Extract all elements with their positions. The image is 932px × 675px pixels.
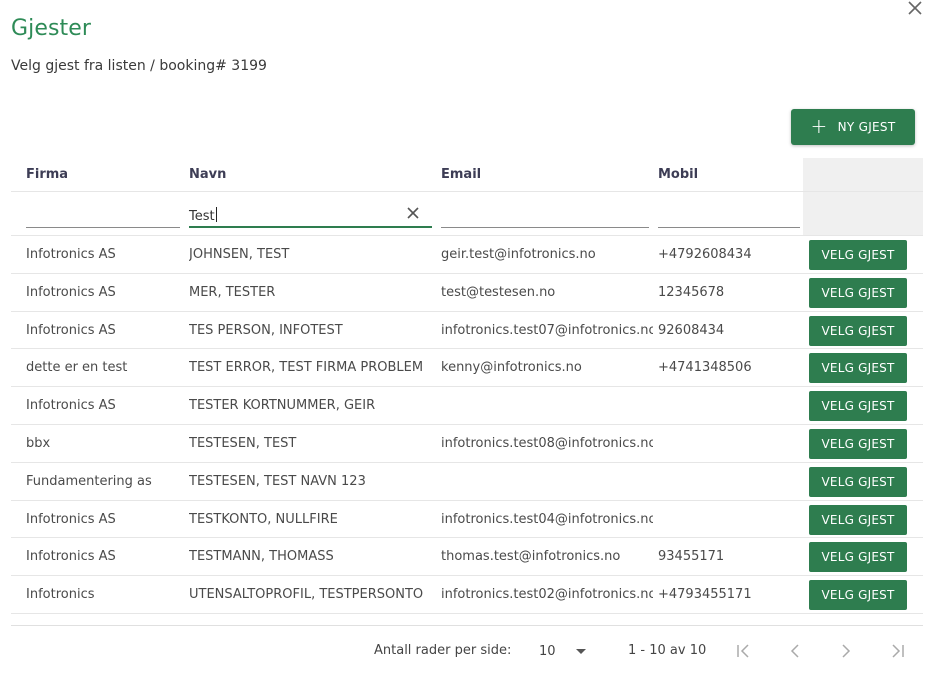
select-guest-button[interactable]: VELG GJEST (809, 277, 907, 308)
select-guest-button[interactable]: VELG GJEST (809, 315, 907, 346)
table-row: bbx TESTESEN, TEST infotronics.test08@in… (11, 425, 923, 463)
cell-navn: MER, TESTER (189, 284, 276, 300)
filter-navn-input[interactable]: Test (189, 200, 432, 228)
select-guest-button[interactable]: VELG GJEST (809, 504, 907, 535)
select-guest-button[interactable]: VELG GJEST (809, 542, 907, 573)
cell-mobil: 93455171 (658, 549, 725, 565)
cell-mobil: +4793455171 (658, 587, 752, 603)
filter-email-input[interactable] (441, 200, 649, 228)
cell-navn: TES PERSON, INFOTEST (189, 322, 343, 338)
filter-navn-value: Test (189, 209, 215, 224)
filter-mobil-input[interactable] (658, 200, 800, 228)
text-cursor (215, 207, 217, 222)
cell-email: infotronics.test02@infotronics.no (441, 587, 653, 603)
cell-firma: Infotronics AS (26, 511, 116, 527)
rows-per-page-label: Antall rader per side: (374, 643, 512, 658)
select-guest-button[interactable]: VELG GJEST (809, 580, 907, 611)
filter-firma-input[interactable] (26, 200, 180, 228)
footer-divider (11, 625, 923, 626)
table-row: Infotronics AS TES PERSON, INFOTEST info… (11, 312, 923, 350)
cell-firma: Fundamentering as (26, 473, 152, 489)
cell-navn: TEST ERROR, TEST FIRMA PROBLEM (189, 360, 424, 376)
table-body: Infotronics AS JOHNSEN, TEST geir.test@i… (11, 236, 923, 614)
cell-navn: TESTESEN, TEST NAVN 123 (189, 473, 366, 489)
cell-firma: dette er en test (26, 360, 128, 376)
dialog-subtitle: Velg gjest fra listen / booking# 3199 (11, 58, 267, 74)
cell-email: infotronics.test07@infotronics.no (441, 322, 653, 338)
plus-icon: + (810, 114, 828, 138)
last-page-icon[interactable] (886, 640, 908, 662)
cell-mobil: +4741348506 (658, 360, 752, 376)
table-row: Infotronics UTENSALTOPROFIL, TESTPERSONT… (11, 576, 923, 614)
cell-email: kenny@infotronics.no (441, 360, 582, 376)
cell-navn: TESTMANN, THOMASS (189, 549, 334, 565)
table-row: Infotronics AS TESTER KORTNUMMER, GEIR V… (11, 387, 923, 425)
cell-navn: JOHNSEN, TEST (189, 247, 290, 262)
cell-email: test@testesen.no (441, 284, 556, 300)
dropdown-arrow-icon (576, 649, 586, 654)
column-header-firma[interactable]: Firma (26, 167, 176, 182)
cell-firma: Infotronics AS (26, 549, 116, 565)
select-guest-button[interactable]: VELG GJEST (809, 428, 907, 459)
rows-per-page-select[interactable]: 10 (539, 644, 589, 664)
column-header-navn[interactable]: Navn (189, 167, 437, 182)
cell-email: infotronics.test04@infotronics.no (441, 511, 653, 527)
filter-navn-text: Test (189, 207, 217, 224)
table-header: Firma Navn Email Mobil (11, 158, 923, 192)
new-guest-button[interactable]: + NY GJEST (791, 109, 915, 145)
filter-row: Test (11, 192, 923, 236)
table-row: Infotronics AS TESTKONTO, NULLFIRE infot… (11, 501, 923, 539)
cell-email: infotronics.test08@infotronics.no (441, 435, 653, 451)
rows-per-page-value: 10 (539, 644, 556, 659)
table-row: Infotronics AS JOHNSEN, TEST geir.test@i… (11, 236, 923, 274)
cell-navn: TESTESEN, TEST (189, 435, 297, 451)
table-row: dette er en test TEST ERROR, TEST FIRMA … (11, 349, 923, 388)
cell-navn: TESTKONTO, NULLFIRE (189, 511, 338, 527)
next-page-icon[interactable] (835, 640, 857, 662)
column-header-mobil[interactable]: Mobil (658, 167, 798, 182)
cell-mobil: 12345678 (658, 284, 725, 300)
column-header-email[interactable]: Email (441, 167, 653, 182)
clear-icon[interactable] (406, 205, 420, 219)
page-range: 1 - 10 av 10 (628, 643, 707, 658)
cell-mobil: 92608434 (658, 322, 725, 338)
cell-firma: Infotronics AS (26, 398, 116, 414)
close-icon (908, 1, 922, 15)
prev-page-icon[interactable] (784, 640, 806, 662)
cell-firma: Infotronics (26, 587, 95, 603)
first-page-icon[interactable] (733, 640, 755, 662)
select-guest-button[interactable]: VELG GJEST (809, 466, 907, 497)
table-row: Infotronics AS MER, TESTER test@testesen… (11, 274, 923, 312)
cell-firma: bbx (26, 435, 51, 451)
table-row: Infotronics AS TESTMANN, THOMASS thomas.… (11, 538, 923, 577)
close-button[interactable] (902, 0, 928, 20)
new-guest-label: NY GJEST (837, 120, 896, 134)
cell-firma: Infotronics AS (26, 247, 116, 262)
cell-email: thomas.test@infotronics.no (441, 549, 621, 565)
cell-navn: TESTER KORTNUMMER, GEIR (189, 398, 376, 414)
cell-firma: Infotronics AS (26, 284, 116, 300)
select-guest-button[interactable]: VELG GJEST (809, 240, 907, 270)
select-guest-button[interactable]: VELG GJEST (809, 353, 907, 384)
cell-firma: Infotronics AS (26, 322, 116, 338)
cell-mobil: +4792608434 (658, 247, 752, 262)
cell-navn: UTENSALTOPROFIL, TESTPERSONTO (189, 587, 424, 603)
table-row: Fundamentering as TESTESEN, TEST NAVN 12… (11, 463, 923, 501)
cell-email: geir.test@infotronics.no (441, 247, 596, 262)
dialog-title: Gjester (11, 16, 92, 41)
guest-table: Firma Navn Email Mobil Test Infotronics … (11, 158, 923, 614)
select-guest-button[interactable]: VELG GJEST (809, 391, 907, 422)
